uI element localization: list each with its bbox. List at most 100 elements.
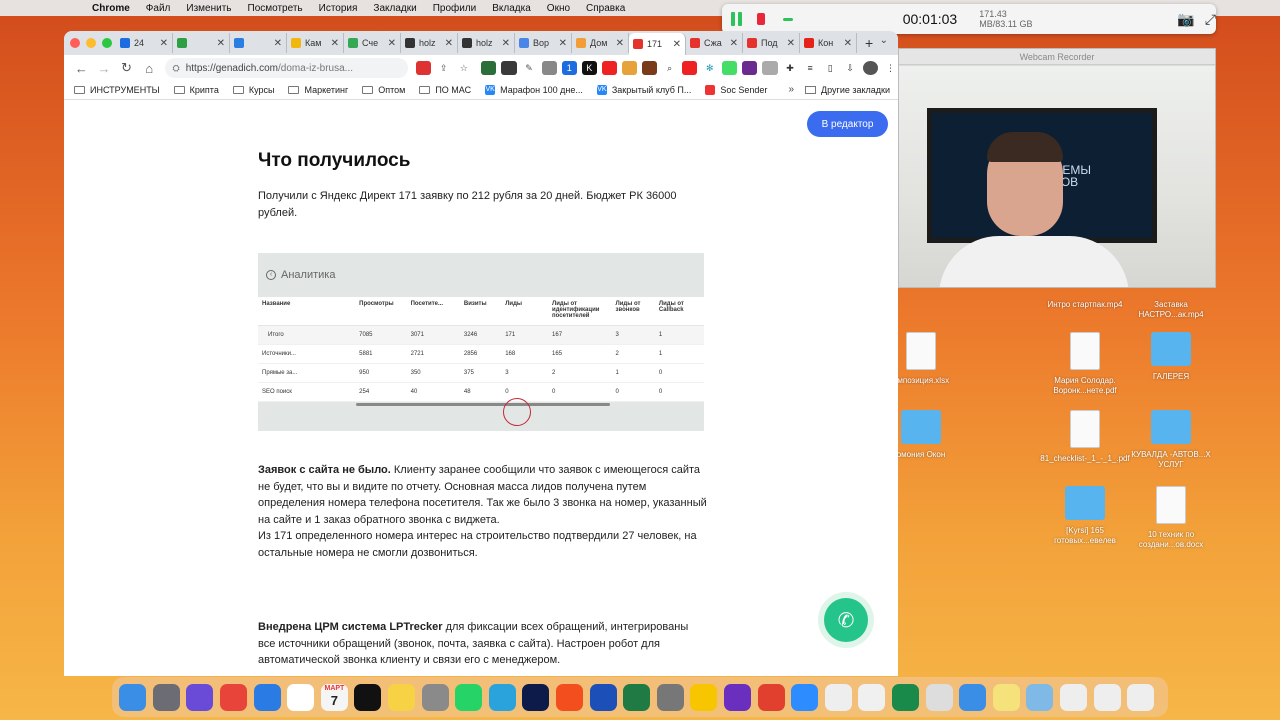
tab-12[interactable]: Кон ✕ [800,33,857,53]
extension-icon[interactable] [762,61,778,75]
bookmark-item[interactable]: ПО МАС [419,85,471,95]
camera-icon[interactable]: 📷 [1177,11,1194,28]
dock-app-icon[interactable] [119,683,147,711]
table-header-cell[interactable]: Название [258,297,356,326]
tab-1[interactable]: ✕ [173,33,230,53]
desktop-item[interactable]: КУВАЛДА -АВТОВ...Х УСЛУГ [1126,410,1216,470]
minimize-window-icon[interactable] [86,38,96,48]
tab-5[interactable]: holz ✕ [401,33,458,53]
menu-chrome[interactable]: Chrome [92,3,130,14]
tab-9[interactable]: 171 ✕ [629,33,686,55]
bookmark-item[interactable]: Курсы [232,85,274,95]
dock-app-icon[interactable] [522,683,550,711]
tab-7[interactable]: Вор ✕ [515,33,572,53]
dock-app-icon[interactable] [1026,683,1054,711]
bookmark-star-icon[interactable]: ☆ [456,61,472,75]
table-header-cell[interactable]: Посетите... [406,297,460,326]
dock-app-icon[interactable] [824,683,852,711]
calendar-icon[interactable]: МАРТ 7 [320,683,348,711]
dock-app-icon[interactable] [354,683,382,711]
other-bookmarks[interactable]: Другие закладки [805,85,890,95]
tab-close-icon[interactable]: ✕ [388,38,396,49]
tab-search-icon[interactable]: ⌄ [880,35,888,46]
dock-app-icon[interactable] [186,683,214,711]
tab-close-icon[interactable]: ✕ [730,38,738,49]
tab-6[interactable]: holz ✕ [458,33,515,53]
extension-icon[interactable]: K [581,61,597,75]
dock-app-icon[interactable] [455,683,483,711]
site-info-icon[interactable]: ⛭ [173,63,180,74]
dock-app-icon[interactable] [1059,683,1087,711]
whatsapp-icon[interactable]: ✆ [824,598,868,642]
back-icon[interactable]: ← [70,61,93,76]
extension-icon[interactable] [481,61,497,75]
dock-app-icon[interactable] [388,683,416,711]
dock-app-icon[interactable] [1093,683,1121,711]
dock-app-icon[interactable] [421,683,449,711]
new-tab-icon[interactable]: + [865,35,873,51]
bookmark-item[interactable]: Маркетинг [288,85,348,95]
tab-close-icon[interactable]: ✕ [274,38,282,49]
horizontal-scrollbar[interactable] [356,403,610,406]
menu-bookmarks[interactable]: Закладки [373,3,416,14]
address-bar[interactable]: ⛭ https://genadich.com/doma-iz-brusa... [164,58,409,78]
tab-0[interactable]: 24 ✕ [116,33,173,53]
extension-icon[interactable] [621,61,637,75]
eyedropper-icon[interactable]: ✎ [521,61,537,75]
editor-button[interactable]: В редактор [807,111,888,137]
tab-10[interactable]: Сжа ✕ [686,33,743,53]
dock-app-icon[interactable] [891,683,919,711]
tab-close-icon[interactable]: ✕ [331,38,339,49]
desktop-item[interactable]: Интро стартпак.mp4 [1040,300,1130,310]
tab-8[interactable]: Дом ✕ [572,33,629,53]
tab-close-icon[interactable]: ✕ [673,39,681,50]
dock-app-icon[interactable] [589,683,617,711]
share-icon[interactable]: ⇪ [436,61,452,75]
dock-app-icon[interactable] [757,683,785,711]
tab-close-icon[interactable]: ✕ [616,38,624,49]
zoom-window-icon[interactable] [102,38,112,48]
tab-4[interactable]: Сче ✕ [344,33,401,53]
reading-list-icon[interactable]: ≡ [802,61,818,75]
table-header-cell[interactable]: Визиты [459,297,502,326]
dock-app-icon[interactable] [858,683,886,711]
bookmark-item[interactable]: ИНСТРУМЕНТЫ [74,85,160,95]
desktop-item[interactable]: 81_checklist-_1_-_1_.pdf [1040,410,1130,464]
table-header-cell[interactable]: Лиды [501,297,549,326]
menu-file[interactable]: Файл [146,3,171,14]
tab-close-icon[interactable]: ✕ [787,38,795,49]
menu-history[interactable]: История [319,3,358,14]
tab-close-icon[interactable]: ✕ [844,38,852,49]
whatsapp-widget[interactable]: ✆ [818,592,874,648]
tab-close-icon[interactable]: ✕ [559,38,567,49]
extension-icon[interactable] [501,61,517,75]
table-header-cell[interactable]: Лиды от звонков [611,297,655,326]
dock-app-icon[interactable] [220,683,248,711]
desktop-item[interactable]: Заставка НАСТРО...ак.mp4 [1126,300,1216,320]
dock-app-icon[interactable] [959,683,987,711]
menu-edit[interactable]: Изменить [186,3,231,14]
menu-help[interactable]: Справка [586,3,625,14]
bookmark-item[interactable]: Крипта [173,85,219,95]
avatar[interactable] [862,61,878,75]
dock-app-icon[interactable] [925,683,953,711]
puzzle-icon[interactable]: ✚ [782,61,798,75]
tab-3[interactable]: Кам ✕ [287,33,344,53]
dock-app-icon[interactable] [287,683,315,711]
desktop-item[interactable]: Мария Солодар. Воронк...нете.pdf [1040,332,1130,396]
dock-app-icon[interactable] [253,683,281,711]
table-header-cell[interactable]: Просмотры [355,297,407,326]
dock-app-icon[interactable] [656,683,684,711]
minimize-icon[interactable] [782,17,793,21]
close-window-icon[interactable] [70,38,80,48]
tab-close-icon[interactable]: ✕ [217,38,225,49]
search-icon[interactable]: ⌕ [662,61,678,75]
extension-icon[interactable] [601,61,617,75]
extension-icon[interactable] [722,61,738,75]
bookmark-item[interactable]: VK Закрытый клуб П... [596,85,691,95]
menu-view[interactable]: Посмотреть [248,3,303,14]
menu-window[interactable]: Окно [547,3,570,14]
extension-icon[interactable] [682,61,698,75]
home-icon[interactable]: ⌂ [138,61,161,76]
extension-icon[interactable] [742,61,758,75]
